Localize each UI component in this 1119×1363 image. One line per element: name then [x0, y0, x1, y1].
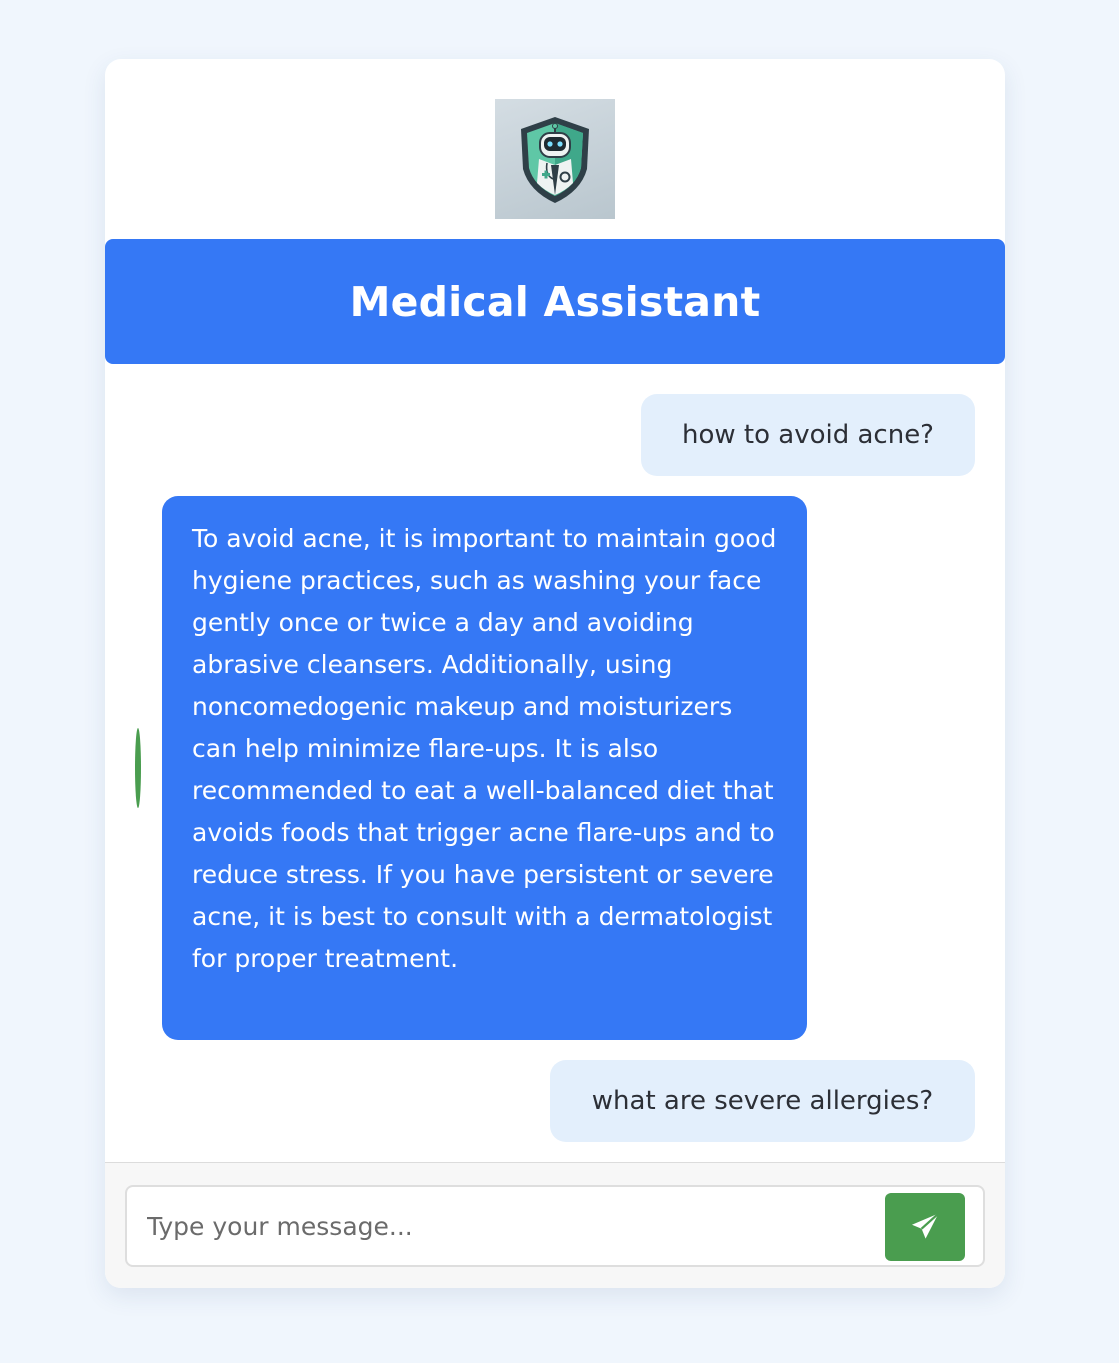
- composer-bar: [105, 1162, 1005, 1288]
- chat-header: Medical Assistant: [105, 239, 1005, 364]
- assistant-status-indicator: [135, 728, 141, 808]
- robot-doctor-logo-icon: [495, 99, 615, 219]
- assistant-message-bubble: To avoid acne, it is important to mainta…: [162, 496, 807, 1040]
- page-title: Medical Assistant: [349, 277, 761, 326]
- user-message-bubble: how to avoid acne?: [641, 394, 975, 476]
- paper-plane-icon: [908, 1210, 942, 1244]
- send-button[interactable]: [885, 1193, 965, 1261]
- chat-window: Medical Assistant how to avoid acne? To …: [105, 59, 1005, 1288]
- message-input[interactable]: [125, 1185, 985, 1267]
- user-message-bubble: what are severe allergies?: [550, 1060, 975, 1142]
